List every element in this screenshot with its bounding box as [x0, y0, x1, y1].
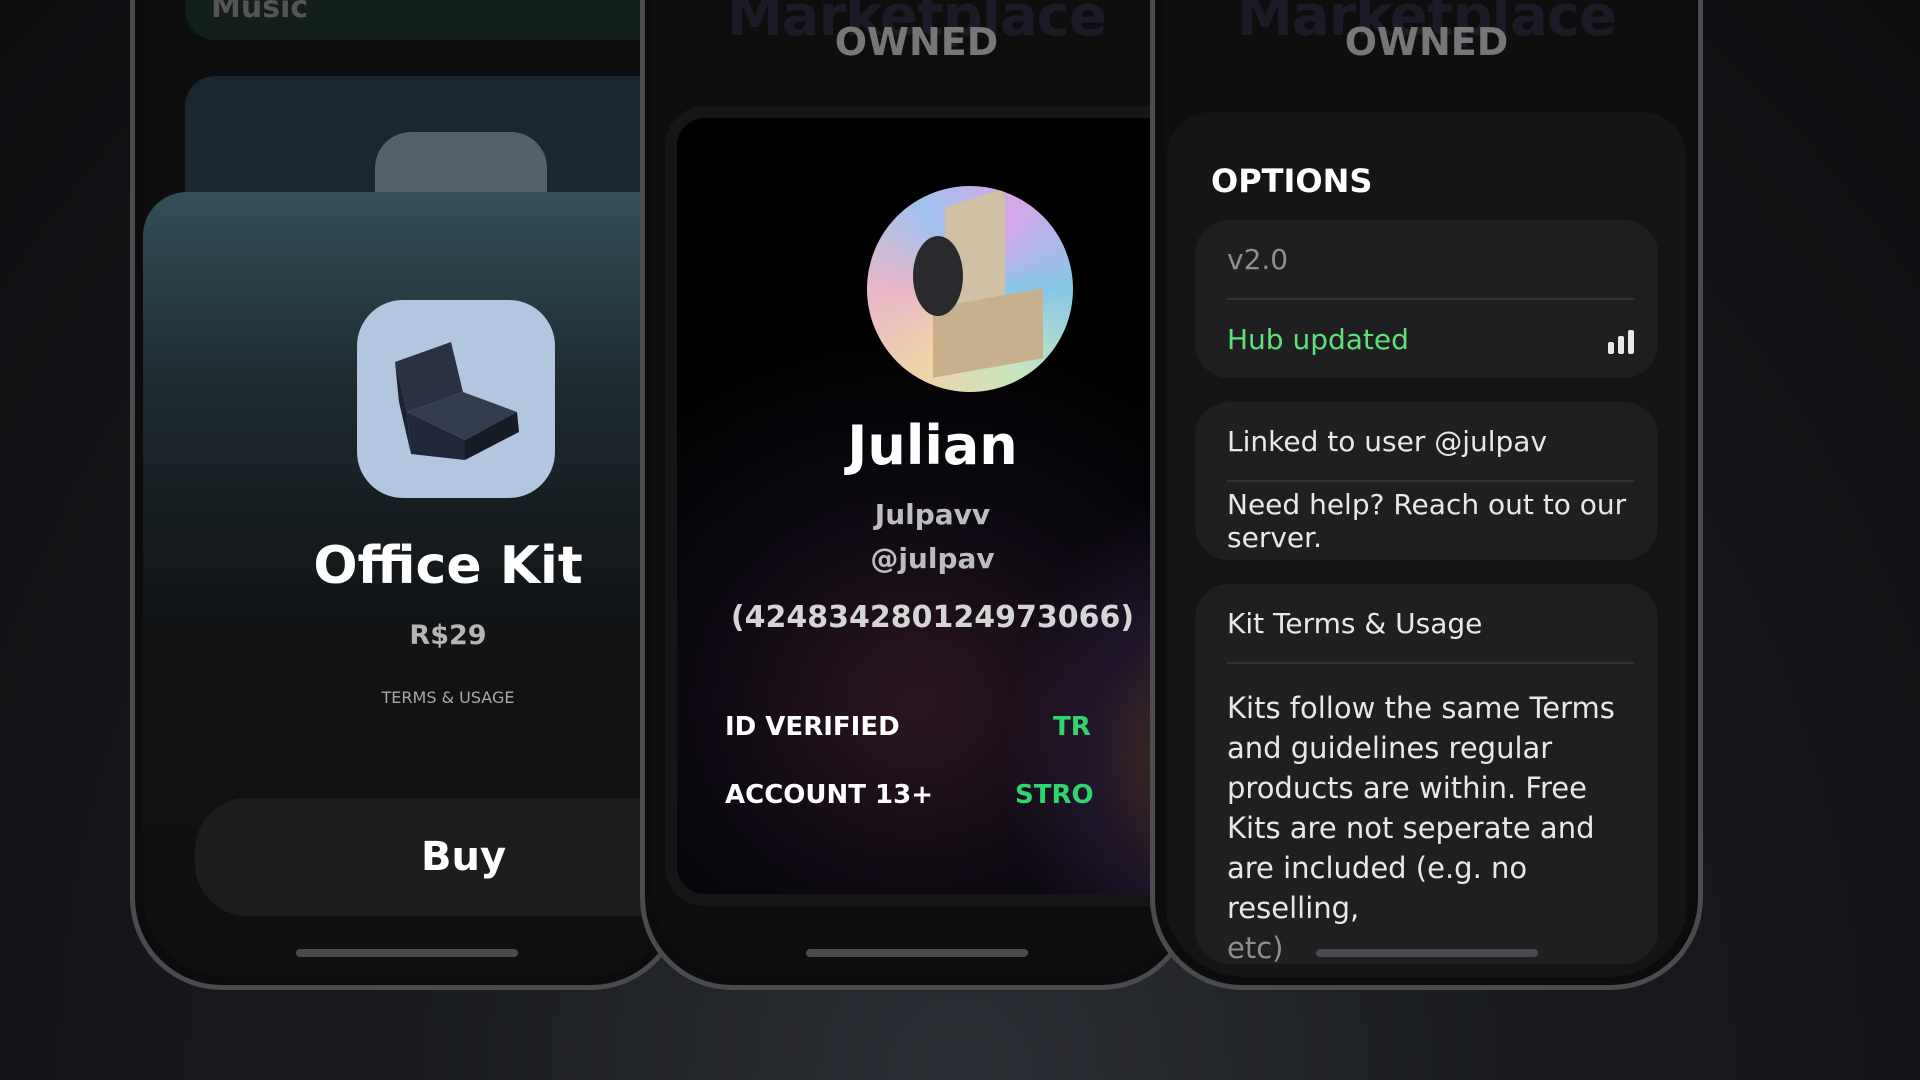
- background-owned-tab: OWNED: [1344, 20, 1509, 64]
- chair-icon: [357, 300, 555, 498]
- phone-screen: Music Office Kit R$29 TERMS & USAGE Buy: [143, 0, 670, 977]
- home-indicator[interactable]: [1315, 949, 1538, 957]
- badge-id-verified: ID VERIFIED: [725, 712, 900, 742]
- product-price: R$29: [409, 620, 487, 651]
- profile-name: Julian: [847, 414, 1018, 477]
- phone-profile: Marketplace OWNED Julian Julpavv @julpav…: [640, 0, 1193, 990]
- phone-screen: Marketplace OWNED OPTIONS v2.0 Hub updat…: [1163, 0, 1690, 977]
- version-row: v2.0: [1227, 220, 1634, 298]
- badge-trusted: TR: [1053, 712, 1091, 742]
- hub-status-row[interactable]: Hub updated: [1227, 298, 1634, 378]
- link-group: Linked to user @julpav Need help? Reach …: [1195, 402, 1658, 560]
- terms-usage-link[interactable]: TERMS & USAGE: [143, 688, 670, 707]
- background-owned-tab: OWNED: [834, 20, 999, 64]
- profile-handle: @julpav: [870, 542, 995, 575]
- phone-product: Music Office Kit R$29 TERMS & USAGE Buy: [130, 0, 683, 990]
- profile-user-id: (4248342801249730​66): [730, 600, 1135, 635]
- profile-card: Julian Julpavv @julpav (4248342801249730…: [665, 106, 1180, 906]
- avatar-figure-shadow: [913, 236, 963, 316]
- badge-strong: STRO: [1015, 780, 1094, 810]
- terms-body: Kits follow the same Terms and guideline…: [1227, 662, 1634, 968]
- terms-body-text: Kits follow the same Terms and guideline…: [1227, 691, 1615, 925]
- avatar[interactable]: [867, 186, 1073, 392]
- linked-user-row[interactable]: Linked to user @julpav: [1227, 402, 1634, 480]
- product-name: Office Kit: [313, 536, 583, 596]
- help-row[interactable]: Need help? Reach out to our server.: [1227, 480, 1634, 560]
- options-sheet: OPTIONS v2.0 Hub updated Linked to user …: [1167, 112, 1686, 977]
- linked-user-label: Linked to user @julpav: [1227, 424, 1548, 458]
- phone-screen: Marketplace OWNED Julian Julpavv @julpav…: [653, 0, 1180, 977]
- badge-account-age: ACCOUNT 13+: [725, 780, 934, 810]
- phone-options: Marketplace OWNED OPTIONS v2.0 Hub updat…: [1150, 0, 1703, 990]
- options-title: OPTIONS: [1211, 162, 1373, 200]
- version-label: v2.0: [1227, 242, 1289, 276]
- music-section-label: Music: [211, 0, 309, 25]
- profile-display-name: Julpavv: [874, 498, 991, 531]
- home-indicator[interactable]: [295, 949, 518, 957]
- help-label: Need help? Reach out to our server.: [1227, 488, 1627, 554]
- terms-heading-row[interactable]: Kit Terms & Usage: [1227, 584, 1634, 662]
- version-group: v2.0 Hub updated: [1195, 220, 1658, 378]
- terms-heading: Kit Terms & Usage: [1227, 606, 1483, 640]
- terms-group: Kit Terms & Usage Kits follow the same T…: [1195, 584, 1658, 965]
- terms-body-tail: etc): [1227, 931, 1284, 965]
- signal-bars-icon: [1608, 330, 1634, 354]
- buy-button[interactable]: Buy: [195, 798, 670, 916]
- hub-status-label: Hub updated: [1227, 322, 1409, 356]
- home-indicator[interactable]: [805, 949, 1028, 957]
